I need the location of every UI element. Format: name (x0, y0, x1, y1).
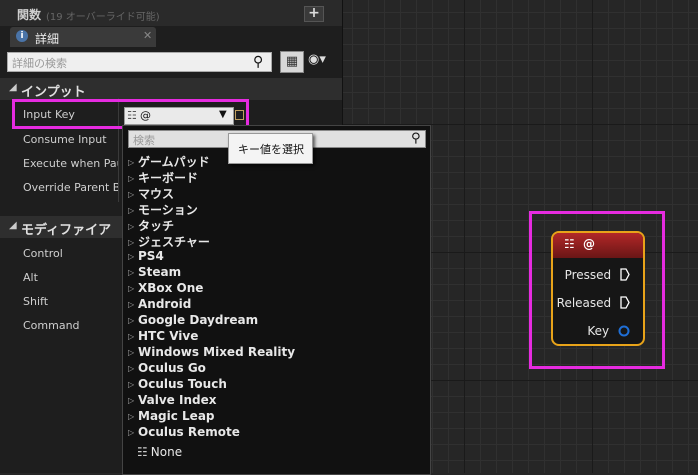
expand-arrow-icon[interactable]: ▷ (128, 428, 138, 437)
key-category-label: キーボード (138, 171, 199, 185)
key-category-item[interactable]: ▷ HTC Vive (128, 329, 295, 345)
collapse-arrow-icon[interactable]: ◢ (9, 220, 17, 231)
key-selector-dropdown: 検索 ⚲ ▷ ゲームパッド ▷ キーボード ▷ マウス ▷ モーション ▷ タッチ ▷ ジェスチャー ▷… (122, 125, 431, 475)
key-category-item[interactable]: ▷ Magic Leap (128, 409, 295, 425)
expand-arrow-icon[interactable]: ▷ (128, 412, 138, 421)
key-category-item[interactable]: ▷ XBox One (128, 281, 295, 297)
expand-arrow-icon[interactable]: ▷ (128, 284, 138, 293)
expand-arrow-icon[interactable]: ▷ (128, 268, 138, 277)
view-options-grid-icon[interactable]: ▦ (280, 51, 304, 73)
key-category-list: ▷ ゲームパッド ▷ キーボード ▷ マウス ▷ モーション ▷ タッチ ▷ ジェスチャー ▷ PS4 ▷ S… (128, 153, 295, 441)
key-category-item[interactable]: ▷ Oculus Touch (128, 377, 295, 393)
expand-arrow-icon[interactable]: ▷ (128, 332, 138, 341)
close-icon[interactable]: ✕ (143, 29, 152, 42)
key-category-label: HTC Vive (138, 329, 199, 343)
key-category-label: マウス (138, 187, 175, 201)
prop-label: Shift (23, 295, 49, 308)
functions-label: 関数 (17, 8, 42, 22)
expand-arrow-icon[interactable]: ▷ (128, 252, 138, 261)
expand-arrow-icon[interactable]: ▷ (128, 238, 138, 247)
search-icon: ⚲ (253, 54, 264, 70)
expand-arrow-icon[interactable]: ▷ (128, 300, 138, 309)
key-category-item[interactable]: ▷ マウス (128, 185, 295, 201)
section-input-label: インプット (21, 85, 86, 100)
expand-arrow-icon[interactable]: ▷ (128, 222, 138, 231)
key-category-label: XBox One (138, 281, 204, 295)
key-category-label: Oculus Touch (138, 377, 227, 391)
key-category-item[interactable]: ▷ Google Daydream (128, 313, 295, 329)
details-search-input[interactable]: 詳細の検索 ⚲ (7, 52, 272, 72)
key-category-label: Google Daydream (138, 313, 259, 327)
expand-arrow-icon[interactable]: ▷ (128, 190, 138, 199)
tab-details-label: 詳細 (35, 32, 60, 46)
functions-override-count: (19 オーバーライド可能) (46, 12, 160, 23)
key-category-label: ジェスチャー (138, 235, 210, 249)
key-category-item[interactable]: ▷ モーション (128, 201, 295, 217)
key-category-item[interactable]: ▷ ジェスチャー (128, 233, 295, 249)
info-icon: i (16, 30, 28, 42)
key-category-item[interactable]: ▷ Oculus Go (128, 361, 295, 377)
key-option-none-label: None (150, 445, 183, 459)
key-category-item[interactable]: ▷ Valve Index (128, 393, 295, 409)
prop-label: Execute when Paused (23, 157, 118, 170)
eye-visibility-icon[interactable]: ◉▾ (308, 52, 340, 70)
key-category-label: モーション (138, 203, 198, 217)
plus-icon[interactable]: + (304, 6, 324, 22)
prop-label: Control (23, 247, 63, 260)
key-category-label: タッチ (138, 219, 175, 233)
key-category-item[interactable]: ▷ PS4 (128, 249, 295, 265)
expand-arrow-icon[interactable]: ▷ (128, 206, 138, 215)
tab-details[interactable]: i 詳細 ✕ (10, 27, 156, 47)
key-category-label: Valve Index (138, 393, 217, 407)
expand-arrow-icon[interactable]: ▷ (128, 316, 138, 325)
node-highlight (529, 211, 665, 369)
expand-arrow-icon[interactable]: ▷ (128, 348, 138, 357)
tooltip-text: キー値を選択 (238, 143, 304, 156)
expand-arrow-icon[interactable]: ▷ (128, 158, 138, 167)
key-category-item[interactable]: ▷ キーボード (128, 169, 295, 185)
key-category-item[interactable]: ▷ タッチ (128, 217, 295, 233)
key-category-item[interactable]: ▷ Android (128, 297, 295, 313)
key-category-label: Android (138, 297, 192, 311)
key-category-label: Windows Mixed Reality (138, 345, 296, 359)
key-category-label: Oculus Remote (138, 425, 240, 439)
key-category-item[interactable]: ▷ Oculus Remote (128, 425, 295, 441)
expand-arrow-icon[interactable]: ▷ (128, 174, 138, 183)
prop-label: Alt (23, 271, 38, 284)
expand-arrow-icon[interactable]: ▷ (128, 364, 138, 373)
section-input[interactable]: ◢ インプット (0, 78, 342, 100)
key-category-label: Steam (138, 265, 182, 279)
key-search-placeholder: 検索 (133, 134, 155, 147)
search-icon: ⚲ (411, 131, 421, 146)
section-modifier-label: モディファイア (21, 223, 112, 238)
tooltip: キー値を選択 (228, 133, 313, 164)
prop-label: Override Parent Binding (23, 181, 118, 194)
collapse-arrow-icon[interactable]: ◢ (9, 82, 17, 93)
prop-label: Consume Input (23, 133, 107, 146)
expand-arrow-icon[interactable]: ▷ (128, 396, 138, 405)
key-category-label: PS4 (138, 249, 164, 263)
key-category-item[interactable]: ▷ Steam (128, 265, 295, 281)
key-category-item[interactable]: ▷ Windows Mixed Reality (128, 345, 295, 361)
keyboard-icon: ☷ (137, 445, 148, 459)
details-search-placeholder: 詳細の検索 (12, 57, 67, 70)
key-category-label: Magic Leap (138, 409, 215, 423)
key-option-none[interactable]: ☷ None (137, 445, 182, 459)
functions-row[interactable]: 関数 (19 オーバーライド可能) + (0, 0, 342, 26)
key-category-label: ゲームパッド (138, 155, 210, 169)
expand-arrow-icon[interactable]: ▷ (128, 380, 138, 389)
key-category-label: Oculus Go (138, 361, 206, 375)
prop-label: Command (23, 319, 80, 332)
